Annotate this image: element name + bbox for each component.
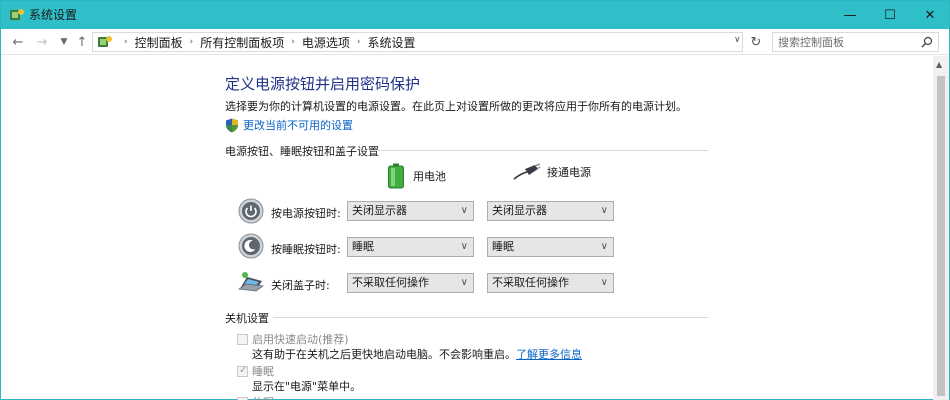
search-input[interactable] — [773, 33, 913, 51]
breadcrumb-separator-icon[interactable]: › — [291, 37, 295, 47]
lid-close-battery-select[interactable]: 不采取任何操作 ∨ — [347, 273, 474, 293]
address-bar[interactable]: › 控制面板 › 所有控制面板项 › 电源选项 › 系统设置 — [92, 32, 743, 52]
sleep-icon — [238, 233, 264, 259]
refresh-icon[interactable]: ↻ — [747, 33, 765, 51]
search-icon[interactable] — [921, 36, 933, 48]
power-icon — [238, 198, 264, 224]
plugged-column-header: 接通电源 — [513, 163, 591, 181]
fast-startup-description: 这有助于在关机之后更快地启动电脑。不会影响重启。了解更多信息 — [252, 346, 582, 362]
sleep-checkbox[interactable]: ✓ — [237, 364, 248, 377]
sleep-option-label: 睡眠 — [252, 365, 274, 378]
breadcrumb-separator-icon: › — [124, 37, 128, 47]
up-arrow-icon[interactable]: ↑ — [73, 33, 91, 51]
sleep-option[interactable]: ✓ 睡眠 — [237, 363, 274, 379]
battery-column-header: 用电池 — [387, 163, 446, 189]
window-title: 系统设置 — [29, 8, 78, 22]
fast-startup-desc-text: 这有助于在关机之后更快地启动电脑。不会影响重启。 — [252, 348, 516, 361]
back-arrow-icon[interactable]: ← — [9, 33, 27, 51]
vertical-scrollbar[interactable]: ▲ — [933, 56, 949, 400]
breadcrumb-separator-icon[interactable]: › — [190, 37, 194, 47]
title-bar[interactable]: 系统设置 — ☐ ✕ — [1, 1, 949, 29]
plugged-column-label: 接通电源 — [547, 166, 591, 179]
hibernate-checkbox[interactable] — [237, 396, 248, 400]
chevron-down-icon: ∨ — [460, 205, 468, 216]
scroll-thumb[interactable] — [937, 76, 945, 396]
select-value: 不采取任何操作 — [492, 276, 569, 289]
change-settings-link-text[interactable]: 更改当前不可用的设置 — [243, 117, 353, 133]
fast-startup-checkbox[interactable] — [237, 333, 248, 345]
address-dropdown-chevron-icon[interactable]: ∨ — [734, 35, 741, 45]
select-value: 关闭显示器 — [492, 204, 547, 217]
uac-shield-icon — [226, 118, 238, 132]
chevron-down-icon: ∨ — [460, 277, 468, 288]
control-panel-icon — [98, 36, 112, 47]
page-title: 定义电源按钮并启用密码保护 — [225, 75, 421, 93]
power-button-label: 按电源按钮时: — [271, 207, 341, 220]
chevron-down-icon: ∨ — [460, 241, 468, 252]
page-description: 选择要为你的计算机设置的电源设置。在此页上对设置所做的更改将应用于你所有的电源计… — [225, 100, 687, 113]
lid-close-plugged-select[interactable]: 不采取任何操作 ∨ — [487, 273, 614, 293]
fast-startup-label: 启用快速启动(推荐) — [252, 333, 349, 346]
power-button-battery-select[interactable]: 关闭显示器 ∨ — [347, 201, 474, 221]
hibernate-label: 休眠 — [252, 394, 274, 400]
select-value: 睡眠 — [352, 240, 374, 253]
sleep-button-label: 按睡眠按钮时: — [271, 243, 341, 256]
select-value: 不采取任何操作 — [352, 276, 429, 289]
forward-arrow-icon[interactable]: → — [33, 33, 51, 51]
change-unavailable-settings-link[interactable]: 更改当前不可用的设置 — [225, 117, 353, 133]
chevron-down-icon: ∨ — [600, 205, 608, 216]
laptop-lid-icon — [238, 272, 264, 292]
hibernate-option[interactable]: 休眠 — [237, 394, 274, 400]
power-plug-icon — [513, 163, 541, 180]
learn-more-link[interactable]: 了解更多信息 — [516, 348, 582, 361]
section-divider — [371, 150, 708, 151]
select-value: 睡眠 — [492, 240, 514, 253]
fast-startup-option[interactable]: 启用快速启动(推荐) — [237, 331, 349, 347]
battery-column-label: 用电池 — [413, 170, 446, 183]
chevron-down-icon: ∨ — [600, 241, 608, 252]
search-box[interactable] — [772, 32, 939, 52]
recent-locations-chevron-icon[interactable]: ▼ — [55, 33, 73, 51]
section-divider — [273, 317, 708, 318]
breadcrumb-system-settings[interactable]: 系统设置 — [367, 34, 415, 51]
chevron-down-icon: ∨ — [600, 277, 608, 288]
sleep-button-battery-select[interactable]: 睡眠 ∨ — [347, 237, 474, 257]
breadcrumb-control-panel[interactable]: 控制面板 — [135, 34, 183, 51]
power-buttons-section-title: 电源按钮、睡眠按钮和盖子设置 — [225, 145, 379, 158]
lid-close-label: 关闭盖子时: — [271, 279, 330, 292]
sleep-option-description: 显示在"电源"菜单中。 — [252, 380, 362, 393]
select-value: 关闭显示器 — [352, 204, 407, 217]
close-button[interactable]: ✕ — [907, 1, 950, 29]
sleep-button-plugged-select[interactable]: 睡眠 ∨ — [487, 237, 614, 257]
breadcrumb-power-options[interactable]: 电源选项 — [302, 34, 350, 51]
battery-icon — [388, 163, 404, 189]
scroll-up-arrow-icon[interactable]: ▲ — [936, 60, 942, 69]
shutdown-section-title: 关机设置 — [225, 312, 269, 325]
window: 系统设置 — ☐ ✕ ← → ▼ ↑ › 控制面板 › 所有控制面板项 › 电源… — [0, 0, 950, 400]
breadcrumb-all-items[interactable]: 所有控制面板项 — [200, 34, 284, 51]
power-button-plugged-select[interactable]: 关闭显示器 ∨ — [487, 201, 614, 221]
control-panel-icon — [10, 9, 24, 20]
breadcrumb-separator-icon[interactable]: › — [357, 37, 361, 47]
navigation-bar: ← → ▼ ↑ › 控制面板 › 所有控制面板项 › 电源选项 › 系统设置 ∨… — [1, 29, 949, 55]
check-mark-icon: ✓ — [239, 364, 248, 376]
